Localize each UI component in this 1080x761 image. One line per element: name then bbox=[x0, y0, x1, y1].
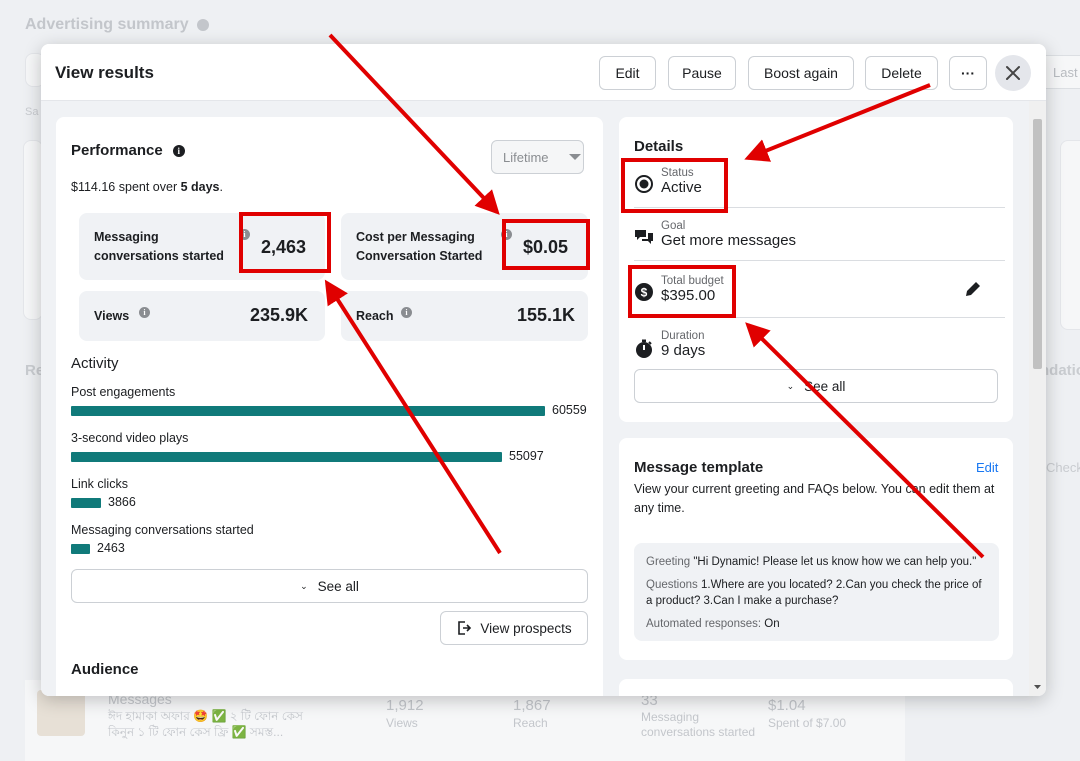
more-options-button[interactable]: ··· bbox=[949, 56, 987, 90]
message-template-description: View your current greeting and FAQs belo… bbox=[634, 482, 995, 515]
caret-down-icon bbox=[568, 154, 581, 160]
last-period-button[interactable]: Last bbox=[1040, 55, 1080, 89]
period-select[interactable]: Lifetime bbox=[491, 140, 584, 174]
stopwatch-icon bbox=[636, 339, 652, 358]
metric-label: Views bbox=[94, 309, 130, 323]
campaign-reach-label: Reach bbox=[513, 716, 548, 730]
activity-title: Activity bbox=[71, 355, 119, 372]
boost-again-button[interactable]: Boost again bbox=[748, 56, 854, 90]
chat-bubbles-icon bbox=[635, 230, 653, 244]
highlight-box bbox=[502, 219, 590, 270]
activity-value: 60559 bbox=[552, 403, 587, 417]
metric-value: 155.1K bbox=[517, 305, 576, 325]
campaign-reach: 1,867 bbox=[513, 697, 551, 714]
goal-text: Goal Get more messages bbox=[661, 220, 797, 249]
activity-label: 3-second video plays bbox=[71, 431, 189, 445]
scrollbar-thumb[interactable] bbox=[1033, 119, 1042, 369]
modal-scrollbar[interactable] bbox=[1029, 101, 1046, 696]
background-title: Advertising summary bbox=[25, 16, 209, 34]
automated-responses-line: Automated responses: On bbox=[646, 618, 780, 630]
campaign-spent-label: Spent of $7.00 bbox=[768, 716, 847, 730]
message-template-title: Message template bbox=[634, 459, 764, 476]
activity-value: 2463 bbox=[97, 541, 125, 555]
divider bbox=[634, 260, 1005, 261]
highlight-box bbox=[239, 212, 331, 273]
next-panel bbox=[619, 679, 1013, 696]
activity-value: 55097 bbox=[509, 449, 544, 463]
highlight-box bbox=[621, 158, 728, 213]
campaign-text: ঈদ হামাকা অফার 🤩 ✅ ২ টি ফোন কেস bbox=[108, 709, 303, 723]
metric-label: Reach bbox=[356, 309, 394, 323]
questions-line: Questions 1.Where are you located? 2.Can… bbox=[646, 579, 982, 607]
info-icon[interactable]: i bbox=[172, 144, 185, 157]
activity-label: Post engagements bbox=[71, 385, 176, 399]
edit-button[interactable]: Edit bbox=[599, 56, 656, 90]
view-results-modal: View results Edit Pause Boost again Dele… bbox=[41, 44, 1046, 696]
modal-header: View results Edit Pause Boost again Dele… bbox=[41, 44, 1046, 101]
details-see-all-button[interactable]: ⌄ See all bbox=[634, 369, 998, 403]
background-card bbox=[23, 140, 43, 320]
scroll-down-icon[interactable] bbox=[1033, 684, 1042, 690]
info-icon[interactable]: i bbox=[401, 307, 412, 318]
campaign-text: কিনুন ১ টি ফোন কেস ফ্রি ✅ সমস্ত... bbox=[108, 725, 284, 739]
activity-label: Link clicks bbox=[71, 477, 128, 491]
chevron-down-icon: ⌄ bbox=[786, 380, 795, 391]
greeting-line: Greeting "Hi Dynamic! Please let us know… bbox=[646, 556, 977, 568]
metric-value: 235.9K bbox=[250, 305, 309, 325]
metric-label: Messaging conversations started bbox=[94, 230, 224, 263]
chevron-down-icon: ⌄ bbox=[300, 580, 308, 591]
modal-body: Performance i Lifetime $114.16 spent ove… bbox=[41, 101, 1046, 696]
campaign-spent: $1.04 bbox=[768, 697, 806, 714]
campaign-views: 1,912 bbox=[386, 697, 424, 714]
activity-bar bbox=[71, 406, 545, 416]
goal-row: Goal Get more messages bbox=[634, 220, 1005, 256]
details-title: Details bbox=[634, 138, 684, 155]
background-card bbox=[1060, 140, 1080, 330]
background-text: Sa bbox=[25, 106, 39, 118]
activity-see-all-button[interactable]: ⌄ See all bbox=[71, 569, 588, 603]
performance-title: Performance i bbox=[71, 142, 185, 159]
delete-button[interactable]: Delete bbox=[865, 56, 938, 90]
activity-bar bbox=[71, 452, 502, 462]
message-template-preview: Greeting "Hi Dynamic! Please let us know… bbox=[634, 543, 999, 641]
metric-label: Cost per Messaging Conversation Started bbox=[356, 230, 483, 263]
performance-panel: Performance i Lifetime $114.16 spent ove… bbox=[56, 117, 603, 696]
activity-value: 3866 bbox=[108, 495, 136, 509]
activity-bar bbox=[71, 498, 101, 508]
view-prospects-button[interactable]: View prospects bbox=[440, 611, 588, 645]
message-template-panel: Message template Edit View your current … bbox=[619, 438, 1013, 660]
pencil-icon[interactable] bbox=[963, 279, 983, 299]
close-button[interactable] bbox=[995, 55, 1031, 91]
audience-title: Audience bbox=[71, 661, 139, 678]
open-external-icon bbox=[458, 621, 472, 635]
info-icon bbox=[196, 19, 209, 31]
campaign-thumbnail bbox=[37, 690, 85, 736]
close-icon bbox=[1006, 66, 1020, 80]
modal-title: View results bbox=[55, 63, 154, 82]
campaign-views-label: Views bbox=[386, 716, 418, 730]
pause-button[interactable]: Pause bbox=[668, 56, 736, 90]
campaign-messages-label: Messaging conversations started bbox=[641, 710, 756, 739]
highlight-box bbox=[628, 265, 736, 318]
spent-summary: $114.16 spent over 5 days. bbox=[71, 180, 223, 194]
edit-template-link[interactable]: Edit bbox=[976, 460, 998, 475]
background-text: Check bbox=[1046, 460, 1080, 475]
background-text: ndatio bbox=[1040, 362, 1080, 379]
activity-bar bbox=[71, 544, 90, 554]
duration-text: Duration 9 days bbox=[661, 330, 706, 359]
metric-views: Views i 235.9K bbox=[79, 291, 325, 341]
activity-label: Messaging conversations started bbox=[71, 523, 254, 537]
duration-row: Duration 9 days bbox=[634, 330, 1005, 366]
metric-reach: Reach i 155.1K bbox=[341, 291, 588, 341]
info-icon[interactable]: i bbox=[139, 307, 150, 318]
